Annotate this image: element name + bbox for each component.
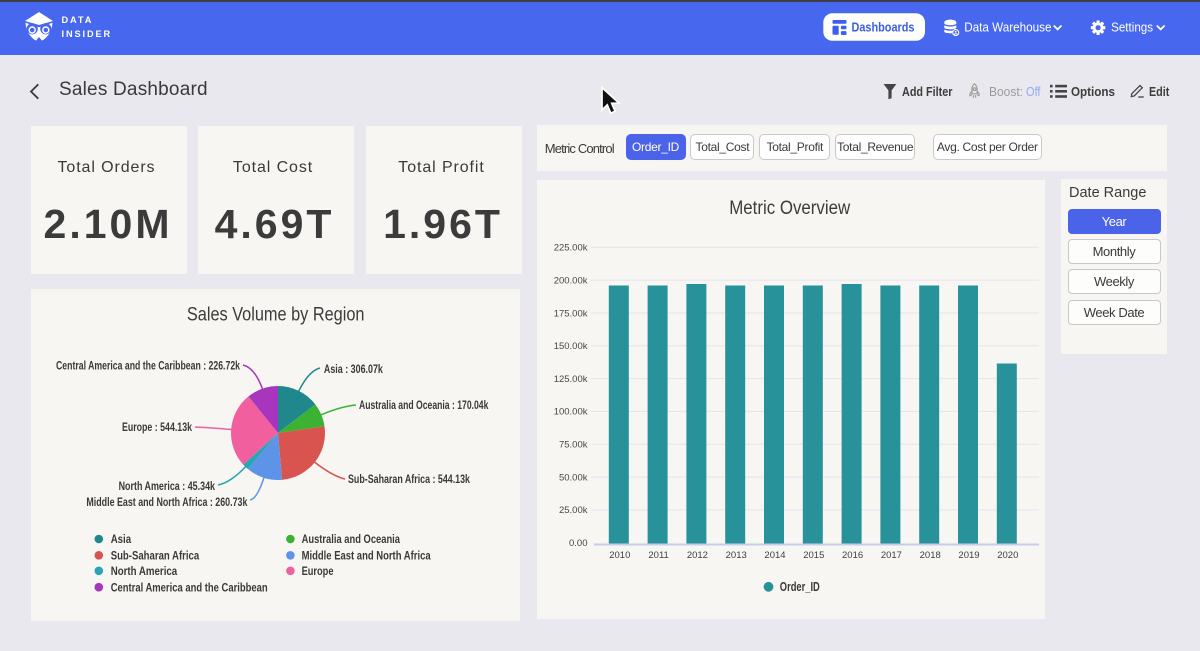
svg-text:2014: 2014 <box>764 550 785 561</box>
svg-text:2016: 2016 <box>842 550 863 561</box>
svg-text:Edit: Edit <box>1149 85 1170 99</box>
svg-text:0.00: 0.00 <box>569 538 588 549</box>
svg-text:2018: 2018 <box>920 550 941 561</box>
svg-text:North America: North America <box>111 564 178 578</box>
svg-text:Order_ID: Order_ID <box>780 580 820 594</box>
svg-text:Data Warehouse: Data Warehouse <box>964 20 1051 35</box>
svg-text:125.00k: 125.00k <box>554 374 588 385</box>
svg-text:225.00k: 225.00k <box>554 243 588 254</box>
svg-text:Australia and Oceania: Australia and Oceania <box>302 532 401 546</box>
svg-text:2010: 2010 <box>609 550 630 561</box>
svg-text:Middle East and North Africa: Middle East and North Africa <box>302 549 431 563</box>
svg-text:Central America and the Caribb: Central America and the Caribbean : 226.… <box>56 359 240 373</box>
svg-text:2013: 2013 <box>726 550 747 561</box>
svg-text:Settings: Settings <box>1111 20 1153 35</box>
svg-text:Options: Options <box>1071 85 1115 99</box>
svg-text:75.00k: 75.00k <box>559 440 588 451</box>
svg-text:Add Filter: Add Filter <box>902 85 953 99</box>
svg-text:2011: 2011 <box>648 550 668 561</box>
svg-text:INSIDER: INSIDER <box>62 29 113 39</box>
svg-text:Boost:: Boost: <box>989 85 1023 99</box>
svg-text:Europe : 544.13k: Europe : 544.13k <box>122 420 192 434</box>
svg-text:North America : 45.34k: North America : 45.34k <box>119 479 216 493</box>
svg-text:2020: 2020 <box>997 550 1018 561</box>
svg-text:DATA: DATA <box>62 15 94 25</box>
svg-text:Asia : 306.07k: Asia : 306.07k <box>324 362 383 376</box>
svg-text:25.00k: 25.00k <box>559 505 588 516</box>
svg-text:200.00k: 200.00k <box>554 275 588 286</box>
svg-text:2012: 2012 <box>687 550 708 561</box>
svg-text:Dashboards: Dashboards <box>852 20 915 35</box>
svg-text:Sub-Saharan Africa : 544.13k: Sub-Saharan Africa : 544.13k <box>348 472 470 486</box>
svg-text:100.00k: 100.00k <box>554 407 588 418</box>
svg-text:Metric Overview: Metric Overview <box>729 198 850 219</box>
svg-text:50.00k: 50.00k <box>559 472 588 483</box>
svg-text:Off: Off <box>1026 85 1041 99</box>
svg-text:Sales Volume by Region: Sales Volume by Region <box>187 305 365 326</box>
svg-text:Australia and Oceania : 170.04: Australia and Oceania : 170.04k <box>359 398 489 412</box>
svg-text:2015: 2015 <box>803 550 824 561</box>
svg-text:2019: 2019 <box>958 550 979 561</box>
svg-text:Middle East and North Africa :: Middle East and North Africa : 260.73k <box>86 495 247 509</box>
svg-text:Central America and the Caribb: Central America and the Caribbean <box>111 580 268 594</box>
svg-text:Asia: Asia <box>111 532 132 546</box>
svg-text:175.00k: 175.00k <box>554 308 588 319</box>
svg-text:2017: 2017 <box>881 550 902 561</box>
svg-text:150.00k: 150.00k <box>554 341 588 352</box>
svg-text:Europe: Europe <box>302 564 334 578</box>
svg-text:Sub-Saharan Africa: Sub-Saharan Africa <box>111 549 200 563</box>
